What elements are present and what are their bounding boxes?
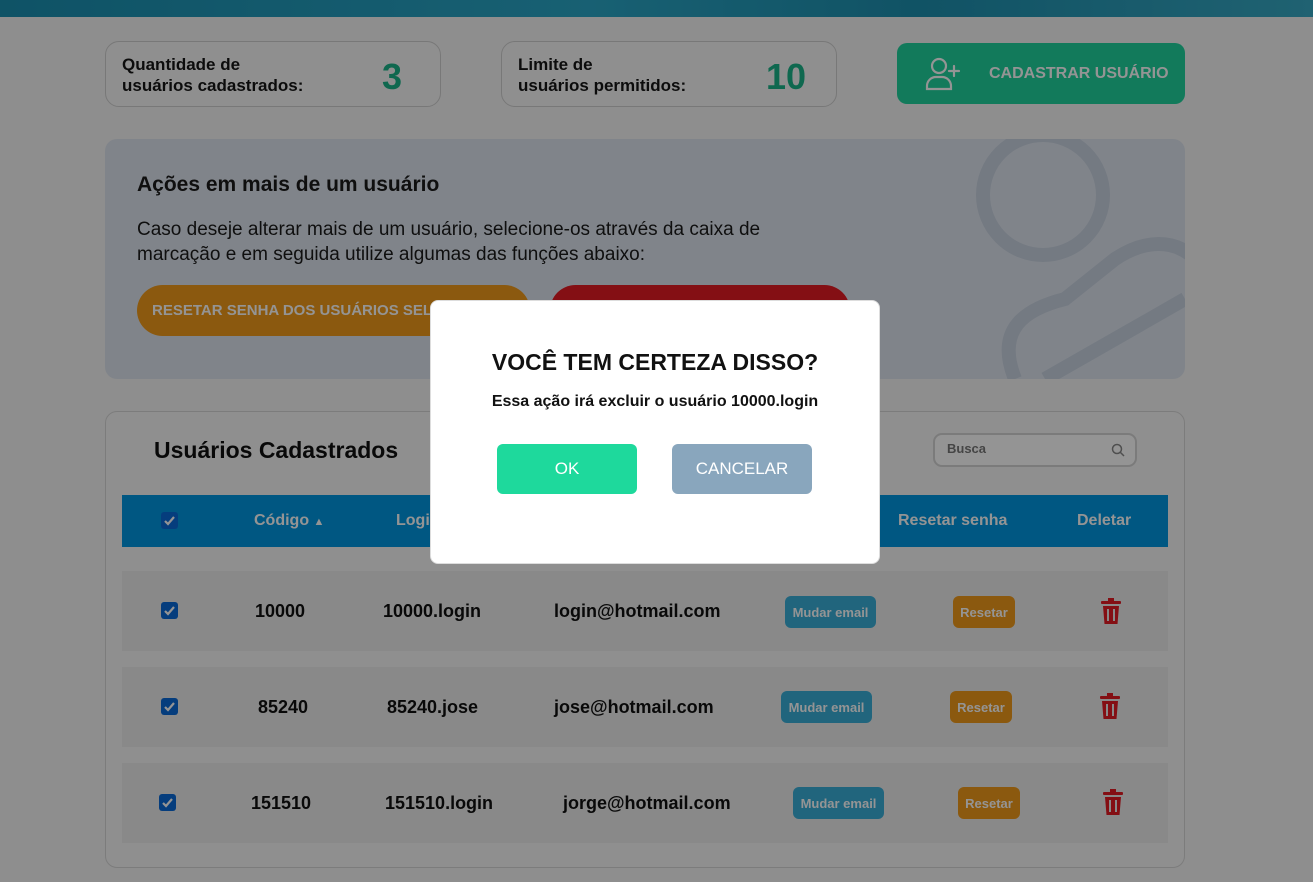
ok-button[interactable]: OK [497, 444, 637, 494]
dialog-message: Essa ação irá excluir o usuário 10000.lo… [491, 393, 819, 410]
confirm-delete-dialog: VOCÊ TEM CERTEZA DISSO? Essa ação irá ex… [430, 300, 880, 564]
dialog-title: VOCÊ TEM CERTEZA DISSO? [491, 349, 819, 375]
cancel-button[interactable]: CANCELAR [672, 444, 812, 494]
